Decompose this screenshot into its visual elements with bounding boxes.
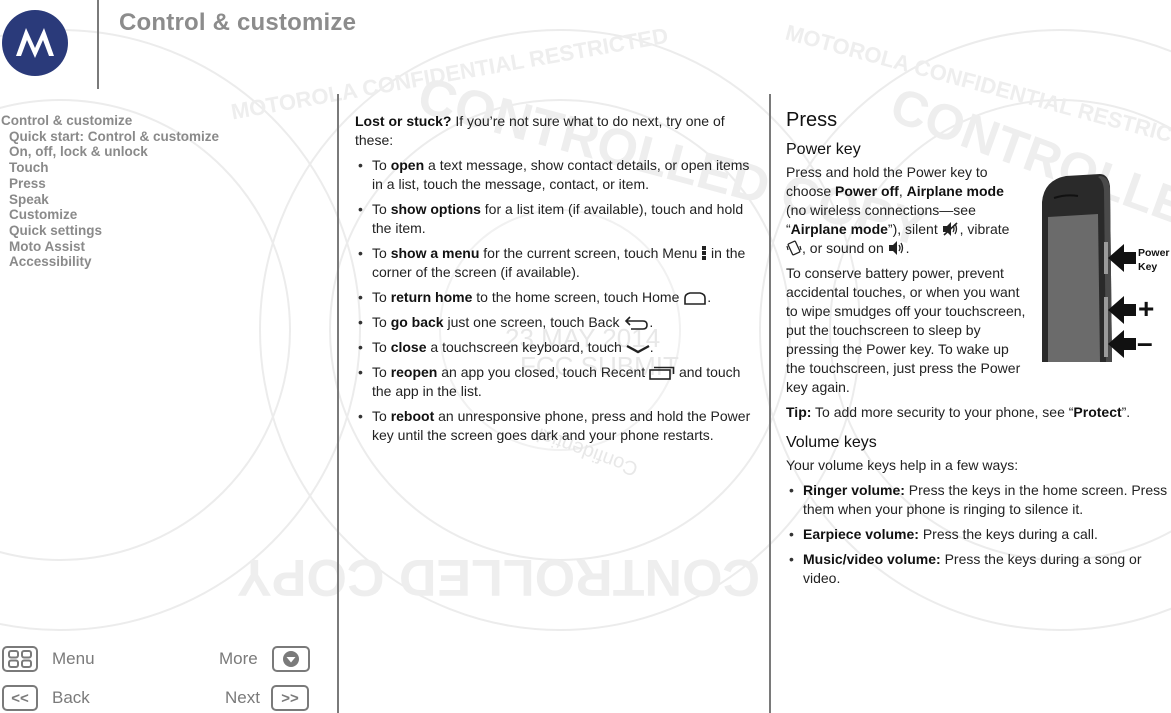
toc-item-quick-settings[interactable]: Quick settings — [1, 223, 219, 239]
protect-link[interactable]: Protect — [1073, 404, 1121, 420]
toc-item-customize[interactable]: Customize — [1, 207, 219, 223]
list-item: To reopen an app you closed, touch Recen… — [355, 363, 755, 401]
back-button[interactable]: << Back — [2, 685, 90, 711]
keyboard-close-icon — [626, 344, 650, 354]
home-icon — [684, 292, 707, 305]
motorola-logo[interactable] — [2, 10, 68, 76]
page-title: Control & customize — [119, 9, 357, 36]
arrow-icon — [1108, 296, 1136, 324]
toc-item-control-customize[interactable]: Control & customize — [1, 113, 219, 129]
power-key-label-2: Key — [1138, 261, 1157, 273]
back-icon — [625, 316, 649, 330]
back-label: Back — [52, 688, 90, 707]
recent-apps-icon — [649, 366, 675, 380]
volume-intro: Your volume keys help in a few ways: — [786, 457, 1019, 473]
middle-column: Lost or stuck? If you’re not sure what t… — [355, 112, 755, 445]
list-item: To return home to the home screen, touch… — [355, 288, 755, 307]
toc-item-moto-assist[interactable]: Moto Assist — [1, 239, 219, 255]
next-label: Next — [225, 688, 260, 707]
power-key-paragraph: Press and hold the Power key to choose P… — [786, 164, 1010, 256]
grid-icon — [2, 646, 38, 672]
volume-list: Ringer volume: Press the keys in the hom… — [786, 481, 1171, 588]
double-right-icon: >> — [270, 685, 309, 711]
power-key-graphic — [1104, 242, 1108, 274]
toc-item-quick-start[interactable]: Quick start: Control & customize — [1, 129, 219, 145]
intro-paragraph: Lost or stuck? If you’re not sure what t… — [355, 112, 755, 150]
header-divider — [97, 0, 99, 89]
section-heading-volume-keys: Volume keys — [786, 434, 877, 451]
intro-bold: Lost or stuck? — [355, 113, 452, 129]
tips-list: To open a text message, show contact det… — [355, 156, 755, 445]
phone-side-keys-figure: Power Key + – — [1042, 174, 1170, 362]
toc-item-touch[interactable]: Touch — [1, 160, 219, 176]
watermark-text-controlled-inverted: CONTROLLED COPY — [237, 548, 760, 606]
vibrate-icon — [786, 240, 802, 256]
toc-item-speak[interactable]: Speak — [1, 192, 219, 208]
list-item: Earpiece volume: Press the keys during a… — [786, 525, 1171, 544]
list-item: To go back just one screen, touch Back . — [355, 313, 755, 332]
watermark-text-restricted: MOTOROLA CONFIDENTIAL RESTRICTED — [229, 23, 670, 125]
list-item: To close a touchscreen keyboard, touch . — [355, 338, 755, 357]
sound-on-icon — [888, 241, 903, 255]
volume-keys-graphic — [1104, 297, 1108, 357]
list-item: To reboot an unresponsive phone, press a… — [355, 407, 755, 445]
more-button[interactable]: More — [219, 646, 310, 672]
next-button[interactable]: Next >> — [225, 685, 309, 711]
column-divider-right — [769, 94, 771, 713]
volume-down-label: – — [1137, 327, 1153, 358]
section-heading-press: Press — [786, 109, 838, 131]
toc-item-on-off-lock[interactable]: On, off, lock & unlock — [1, 144, 219, 160]
menu-button[interactable]: Menu — [2, 646, 95, 672]
motorola-m-icon — [16, 28, 54, 58]
toc-item-accessibility[interactable]: Accessibility — [1, 254, 219, 270]
power-key-label: Power — [1138, 247, 1170, 259]
arrow-icon — [1108, 244, 1136, 272]
down-arrow-icon — [271, 646, 310, 672]
toc-item-press[interactable]: Press — [1, 176, 219, 192]
arrow-icon — [1108, 330, 1136, 358]
menu-label: Menu — [52, 649, 95, 668]
phone-screen — [1048, 214, 1100, 362]
section-heading-power-key: Power key — [786, 141, 861, 158]
volume-up-label: + — [1138, 293, 1154, 324]
table-of-contents: Control & customize Quick start: Control… — [1, 113, 219, 270]
silent-icon — [942, 222, 958, 236]
tip-paragraph: Tip: To add more security to your phone,… — [786, 404, 1131, 420]
list-item: Ringer volume: Press the keys in the hom… — [786, 481, 1171, 519]
column-divider-left — [337, 94, 339, 713]
list-item: Music/video volume: Press the keys durin… — [786, 550, 1171, 588]
sleep-paragraph: To conserve battery power, prevent accid… — [786, 265, 1026, 395]
more-label: More — [219, 649, 258, 668]
list-item: To show a menu for the current screen, t… — [355, 244, 755, 282]
list-item: To open a text message, show contact det… — [355, 156, 755, 194]
double-left-icon: << — [2, 685, 38, 711]
list-item: To show options for a list item (if avai… — [355, 200, 755, 238]
